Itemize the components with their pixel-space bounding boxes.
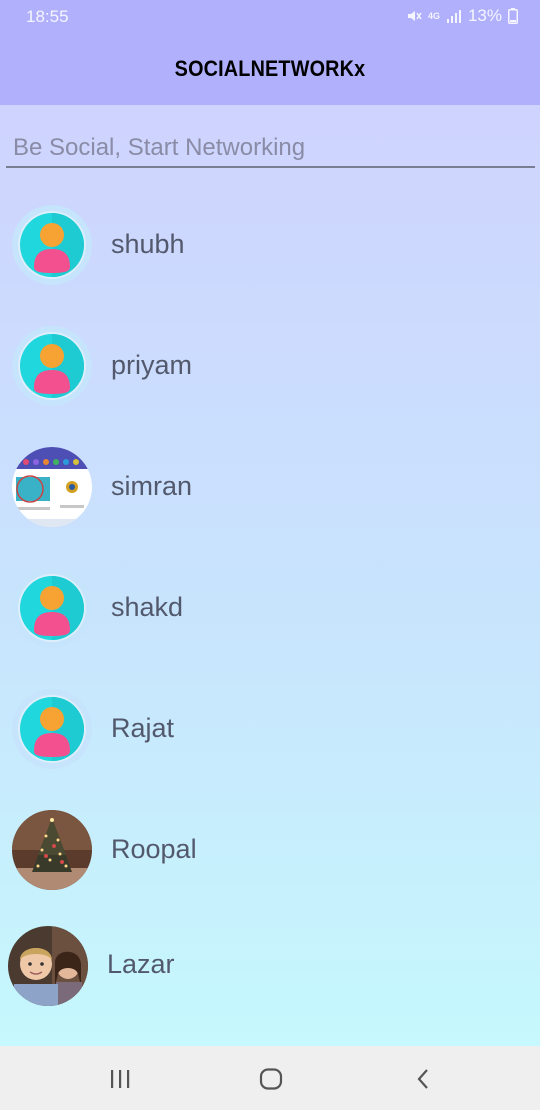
user-name: Roopal: [111, 834, 197, 864]
user-row-rajat[interactable]: Rajat: [0, 669, 540, 779]
battery-text: 13%: [467, 6, 502, 25]
back-icon[interactable]: [403, 1066, 443, 1092]
user-name: simran: [111, 471, 193, 501]
system-nav-bar: [0, 1046, 540, 1110]
user-name: Rajat: [111, 713, 175, 743]
battery-icon: [508, 8, 518, 24]
home-icon[interactable]: [251, 1066, 291, 1092]
user-name: shubh: [111, 229, 185, 259]
app-title: SOCIALNETWORKx: [174, 56, 366, 81]
user-row-roopal[interactable]: Roopal: [0, 790, 540, 900]
photo-avatar: [8, 926, 88, 1006]
user-row-shubh[interactable]: shubh: [0, 185, 540, 295]
search-bar[interactable]: [6, 128, 535, 168]
search-input[interactable]: [6, 128, 535, 166]
recent-apps-icon[interactable]: [100, 1066, 140, 1092]
status-icons: 4G 13%: [406, 6, 518, 26]
user-name: priyam: [111, 350, 193, 380]
default-avatar-icon: [12, 205, 92, 285]
default-avatar-icon: [12, 568, 92, 648]
signal-icon: [446, 9, 462, 23]
user-name: shakd: [111, 592, 184, 622]
default-avatar-icon: [12, 689, 92, 769]
user-row-shakd[interactable]: shakd: [0, 548, 540, 658]
user-row-simran[interactable]: simran: [0, 427, 540, 537]
status-time: 18:55: [26, 7, 69, 26]
photo-avatar: [12, 447, 92, 527]
status-bar: 18:55 4G 13%: [0, 0, 540, 34]
user-name: Lazar: [107, 949, 175, 979]
network-4g-icon: 4G: [427, 10, 440, 21]
user-row-priyam[interactable]: priyam: [0, 306, 540, 416]
mute-icon: [406, 8, 422, 24]
user-row-lazar[interactable]: Lazar: [0, 908, 540, 1018]
photo-avatar: [12, 810, 92, 890]
default-avatar-icon: [12, 326, 92, 406]
app-bar: 18:55 4G 13% SOCIALNETWORKx: [0, 0, 540, 105]
